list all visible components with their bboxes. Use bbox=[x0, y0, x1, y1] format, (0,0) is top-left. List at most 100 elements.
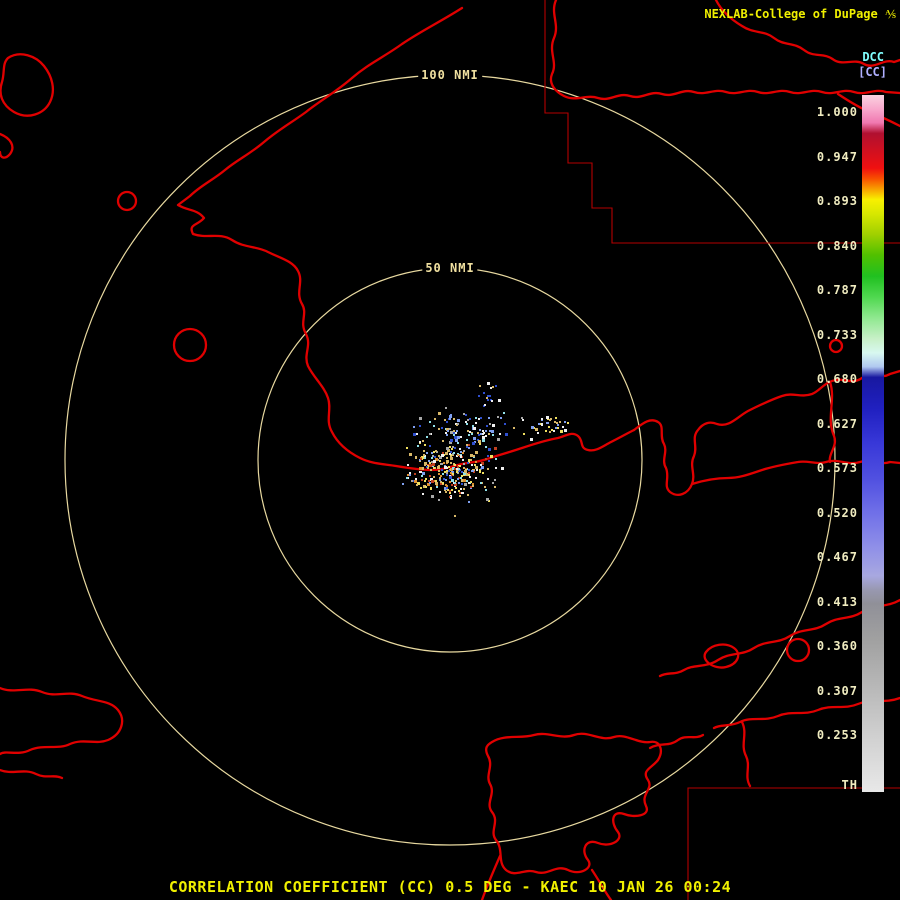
radar-echo-pixel bbox=[463, 467, 465, 469]
colorbar-label: 0.840 bbox=[816, 238, 858, 253]
range-ring-label: 50 NMI bbox=[422, 261, 478, 275]
radar-echo-pixel bbox=[487, 395, 489, 397]
radar-echo-pixel bbox=[504, 423, 506, 425]
radar-echo-pixel bbox=[450, 451, 452, 453]
radar-echo-pixel bbox=[463, 488, 465, 490]
radar-echo-pixel bbox=[444, 419, 446, 421]
radar-echo-pixel bbox=[454, 464, 456, 466]
radar-echo-pixel bbox=[446, 487, 448, 489]
radar-echo-pixel bbox=[425, 486, 427, 488]
radar-echo-pixel bbox=[462, 452, 464, 454]
radar-echo-pixel bbox=[464, 470, 467, 473]
radar-echo-pixel bbox=[428, 480, 430, 482]
radar-echo-pixel bbox=[486, 425, 488, 427]
colorbar-label: 0.520 bbox=[816, 505, 858, 520]
radar-echo-pixel bbox=[451, 484, 453, 486]
radar-echo-pixel bbox=[427, 467, 429, 469]
radar-echo-pixel bbox=[457, 442, 459, 444]
radar-echo-pixel bbox=[453, 418, 455, 420]
coastline-path bbox=[485, 732, 662, 875]
radar-echo-pixel bbox=[429, 475, 431, 477]
radar-echo-pixel bbox=[424, 457, 426, 459]
radar-echo-pixel bbox=[475, 422, 477, 424]
radar-echo-pixel bbox=[463, 463, 465, 465]
radar-echo-pixel bbox=[443, 462, 445, 464]
radar-echo-pixel bbox=[409, 453, 412, 456]
radar-echo-pixel bbox=[461, 492, 463, 494]
radar-echo-pixel bbox=[450, 457, 453, 460]
coastline-path bbox=[0, 768, 64, 780]
radar-echo-pixel bbox=[483, 432, 485, 434]
radar-echo-pixel bbox=[513, 427, 515, 429]
radar-echo-pixel bbox=[490, 387, 492, 389]
radar-echo-pixel bbox=[440, 475, 442, 477]
radar-echo-pixel bbox=[438, 470, 440, 472]
radar-echo-pixel bbox=[446, 485, 448, 487]
radar-echo-pixel bbox=[422, 456, 424, 458]
colorbar-label: 0.253 bbox=[816, 728, 858, 742]
range-ring-label: 100 NMI bbox=[418, 68, 482, 82]
radar-echo-pixel bbox=[478, 418, 480, 420]
radar-echo-pixel bbox=[500, 417, 502, 419]
radar-echo-pixel bbox=[492, 434, 494, 436]
radar-echo-pixel bbox=[439, 479, 441, 481]
radar-echo-pixel bbox=[466, 423, 468, 425]
radar-echo-pixel bbox=[491, 400, 493, 402]
radar-echo-pixel bbox=[494, 486, 496, 488]
radar-echo-pixel bbox=[480, 417, 482, 419]
radar-echo-pixel bbox=[495, 458, 497, 460]
radar-echo-pixel bbox=[423, 450, 425, 452]
radar-echo-pixel bbox=[549, 431, 551, 433]
radar-echo-pixel bbox=[492, 482, 494, 484]
radar-echo-pixel bbox=[479, 429, 481, 431]
coastline-path bbox=[0, 53, 54, 117]
colorbar-label: 0.413 bbox=[816, 594, 858, 609]
radar-echo-pixel bbox=[448, 466, 450, 468]
coastline-path bbox=[648, 733, 705, 750]
radar-echo-pixel bbox=[463, 413, 465, 415]
radar-echo-pixel bbox=[414, 480, 417, 483]
radar-echo-pixel bbox=[424, 462, 427, 465]
radar-echo-pixel bbox=[503, 412, 505, 414]
radar-echo-pixel bbox=[431, 452, 433, 454]
radar-echo-pixel bbox=[424, 444, 426, 446]
radar-echo-pixel bbox=[484, 404, 486, 406]
radar-echo-pixel bbox=[472, 485, 474, 487]
radar-echo-pixel bbox=[460, 488, 462, 490]
radar-echo-pixel bbox=[438, 428, 440, 430]
radar-echo-pixel bbox=[449, 481, 451, 483]
radar-echo-pixel bbox=[476, 469, 478, 471]
radar-echo-pixel bbox=[485, 446, 487, 448]
radar-echo-pixel bbox=[472, 425, 474, 427]
radar-echo-pixel bbox=[488, 433, 490, 435]
radar-echo-pixel bbox=[442, 482, 444, 484]
radar-echo-pixel bbox=[475, 451, 478, 454]
radar-echo-pixel bbox=[419, 417, 422, 420]
radar-echo-pixel bbox=[424, 480, 426, 482]
radar-echo-pixel bbox=[455, 439, 458, 442]
radar-echo-pixel bbox=[482, 430, 484, 432]
lake-outline bbox=[116, 190, 138, 212]
radar-echo-pixel bbox=[531, 426, 534, 429]
radar-echo-pixel bbox=[454, 468, 456, 470]
radar-echo-pixel bbox=[472, 442, 475, 445]
radar-echo-pixel bbox=[478, 434, 480, 436]
radar-echo-pixel bbox=[530, 438, 533, 441]
radar-echo-pixel bbox=[474, 464, 476, 466]
radar-echo-pixel bbox=[440, 463, 442, 465]
radar-echo-pixel bbox=[467, 419, 469, 421]
radar-echo-pixel bbox=[451, 448, 453, 450]
radar-echo-pixel bbox=[457, 423, 459, 425]
radar-echo-pixel bbox=[482, 436, 485, 439]
radar-echo-pixel bbox=[486, 397, 488, 399]
radar-echo-pixel bbox=[468, 482, 470, 484]
radar-echo-pixel bbox=[429, 445, 431, 447]
radar-echo-pixel bbox=[473, 455, 475, 457]
radar-echo-pixel bbox=[453, 434, 455, 436]
radar-echo-pixel bbox=[457, 419, 460, 422]
radar-echo-pixel bbox=[501, 467, 504, 470]
colorbar-label: 0.573 bbox=[816, 461, 858, 475]
radar-echo-pixel bbox=[466, 446, 468, 448]
colorbar-label: 0.627 bbox=[816, 416, 858, 431]
radar-echo-pixel bbox=[438, 473, 440, 475]
